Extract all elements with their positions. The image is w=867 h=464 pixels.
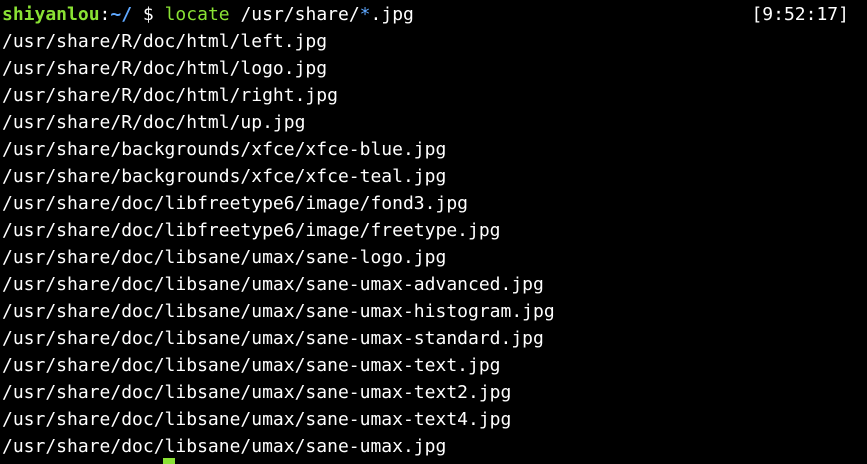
output-line: /usr/share/doc/libsane/umax/sane-umax.jp… [2, 436, 447, 457]
prompt-line: shiyanlou:~/ $ locate /usr/share/*.jpg [9… [0, 1, 867, 28]
prompt-cwd: ~/ [110, 4, 133, 25]
prompt-dollar: $ [132, 4, 165, 25]
prompt-clock: [9:52:17] [751, 4, 849, 25]
output-line: /usr/share/doc/libfreetype6/image/fond3.… [2, 193, 468, 214]
output-line: /usr/share/R/doc/html/right.jpg [2, 85, 338, 106]
output-line: /usr/share/doc/libsane/umax/sane-logo.jp… [2, 247, 447, 268]
output-line: /usr/share/R/doc/html/up.jpg [2, 112, 306, 133]
output-line: /usr/share/doc/libsane/umax/sane-umax-te… [2, 382, 512, 403]
command-arg-prefix: /usr/share/ [229, 4, 360, 25]
prompt-user: shiyanlou [2, 4, 100, 25]
cursor-indicator [163, 458, 175, 464]
output-line: /usr/share/R/doc/html/left.jpg [2, 31, 328, 52]
output-line: /usr/share/backgrounds/xfce/xfce-blue.jp… [2, 139, 447, 160]
output-line: /usr/share/doc/libsane/umax/sane-umax-hi… [2, 301, 555, 322]
output-line: /usr/share/backgrounds/xfce/xfce-teal.jp… [2, 166, 447, 187]
terminal-window[interactable]: shiyanlou:~/ $ locate /usr/share/*.jpg [9… [0, 0, 867, 464]
command-name: locate [164, 4, 230, 25]
output-line: /usr/share/doc/libsane/umax/sane-umax-te… [2, 409, 512, 430]
output-line: /usr/share/doc/libsane/umax/sane-umax-te… [2, 355, 501, 376]
output-line: /usr/share/R/doc/html/logo.jpg [2, 58, 328, 79]
command-arg-glob: * [359, 4, 371, 25]
output-line: /usr/share/doc/libsane/umax/sane-umax-st… [2, 328, 544, 349]
command-arg-suffix: .jpg [370, 4, 414, 25]
output-line: /usr/share/doc/libsane/umax/sane-umax-ad… [2, 274, 544, 295]
output-line: /usr/share/doc/libfreetype6/image/freety… [2, 220, 501, 241]
prompt-separator: : [99, 4, 111, 25]
